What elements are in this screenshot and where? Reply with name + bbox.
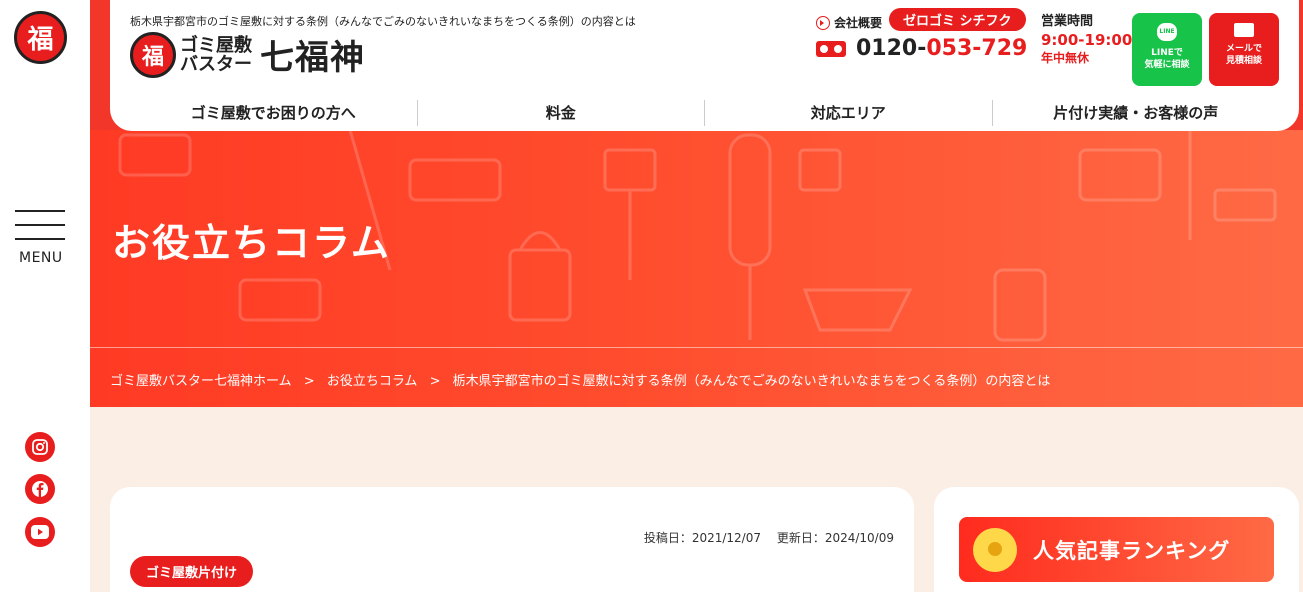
medal-icon (973, 527, 1017, 572)
hamburger-icon (15, 210, 65, 212)
mail-button-label-2: 見積相談 (1225, 56, 1262, 66)
nav-item-area[interactable]: 対応エリア (704, 100, 992, 126)
breadcrumb-separator: > (303, 374, 315, 389)
nav-item-pricing[interactable]: 料金 (416, 100, 705, 126)
hamburger-bar (15, 238, 65, 240)
hours-value: 9:00-19:00 (1041, 31, 1133, 49)
line-button-label-1: LINEで (1151, 48, 1183, 58)
ranking-header: 人気記事ランキング (959, 517, 1274, 582)
rail-logo-mark: 福 (27, 25, 54, 55)
page-title: お役立ちコラム (112, 221, 391, 265)
site-header: 栃木県宇都宮市のゴミ屋敷に対する条例（みんなでごみのないきれいなまちをつくる条例… (110, 0, 1299, 131)
updated-date: 更新日：2024/10/09 (776, 531, 894, 545)
hero-divider (90, 347, 1303, 348)
article-dates: 投稿日：2021/12/07 更新日：2024/10/09 (632, 529, 894, 546)
sidebar: 人気記事ランキング (934, 487, 1299, 592)
company-link-label: 会社概要 (834, 16, 883, 30)
side-rail: 福 MENU (0, 0, 90, 592)
hero-banner: お役立ちコラム ゴミ屋敷バスター七福神ホーム > お役立ちコラム > 栃木県宇都… (90, 130, 1303, 407)
breadcrumb-separator: > (429, 374, 441, 389)
nav-item-trouble[interactable]: ゴミ屋敷でお困りの方へ (130, 100, 417, 126)
ranking-title: 人気記事ランキング (1033, 538, 1231, 563)
header-tagline: 栃木県宇都宮市のゴミ屋敷に対する条例（みんなでごみのないきれいなまちをつくる条例… (130, 15, 636, 28)
rail-logo[interactable]: 福 (14, 11, 67, 64)
line-button-label-2: 気軽に相談 (1144, 60, 1190, 70)
freedial-icon (816, 40, 846, 57)
breadcrumb: ゴミ屋敷バスター七福神ホーム > お役立ちコラム > 栃木県宇都宮市のゴミ屋敷に… (110, 370, 1058, 389)
breadcrumb-current: 栃木県宇都宮市のゴミ屋敷に対する条例（みんなでごみのないきれいなまちをつくる条例… (452, 374, 1051, 389)
breadcrumb-home[interactable]: ゴミ屋敷バスター七福神ホーム (110, 374, 292, 389)
phone-prefix: 0120- (856, 36, 927, 61)
menu-label: MENU (19, 250, 63, 266)
mail-button-label-1: メールで (1225, 44, 1262, 54)
arrow-circle-icon (816, 15, 830, 30)
site-logo[interactable]: 福 ゴミ屋敷 バスター 七福神 (130, 30, 365, 79)
hours-note: 年中無休 (1041, 51, 1090, 65)
nav-item-results[interactable]: 片付け実績・お客様の声 (991, 100, 1280, 126)
youtube-icon[interactable] (25, 517, 55, 547)
header-inner: 栃木県宇都宮市のゴミ屋敷に対する条例（みんなでごみのないきれいなまちをつくる条例… (110, 0, 1299, 141)
breadcrumb-column[interactable]: お役立ちコラム (327, 374, 418, 389)
category-tag[interactable]: ゴミ屋敷片付け (130, 556, 254, 587)
business-hours: 営業時間 9:00-19:00 年中無休 (1041, 13, 1132, 67)
logo-subtitle-line1: ゴミ屋敷 (180, 34, 252, 56)
line-icon: LINE (1157, 23, 1177, 41)
logo-subtitle: ゴミ屋敷 バスター (180, 36, 252, 74)
phone-suffix: 053-729 (926, 36, 1028, 61)
menu-button[interactable]: MENU (15, 210, 65, 266)
logo-wordmark: 七福神 (260, 38, 365, 78)
hours-label: 営業時間 (1041, 14, 1094, 29)
phone-number[interactable]: 0120- 053-729 (816, 36, 1027, 61)
mail-icon (1234, 23, 1254, 37)
facebook-icon[interactable] (25, 474, 55, 504)
logo-subtitle-line2: バスター (180, 53, 252, 75)
line-consult-button[interactable]: LINE LINEで 気軽に相談 (1132, 13, 1202, 86)
phone-pill: ゼロゴミ シチフク (889, 8, 1026, 31)
hamburger-bar (15, 224, 65, 226)
global-nav: ゴミ屋敷でお困りの方へ 料金 対応エリア 片付け実績・お客様の声 (130, 100, 1279, 126)
logo-mark: 福 (130, 31, 176, 78)
hero-pattern (118, 130, 1277, 342)
posted-date: 投稿日：2021/12/07 (643, 531, 761, 545)
instagram-icon[interactable] (25, 432, 55, 462)
mail-estimate-button[interactable]: メールで 見積相談 (1209, 13, 1279, 86)
company-link[interactable]: 会社概要 (816, 14, 882, 31)
article-card: 投稿日：2021/12/07 更新日：2024/10/09 ゴミ屋敷片付け (110, 487, 914, 592)
